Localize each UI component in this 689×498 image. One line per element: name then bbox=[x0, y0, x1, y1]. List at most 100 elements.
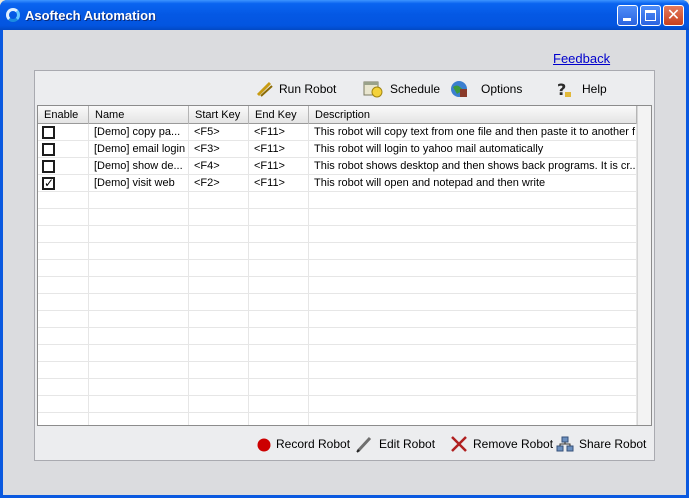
table-row-empty bbox=[38, 294, 651, 311]
cell-enable bbox=[38, 124, 89, 141]
cell-description bbox=[309, 243, 637, 260]
cell-name bbox=[89, 243, 189, 260]
cell-enable bbox=[38, 243, 89, 260]
cell-name: [Demo] show de... bbox=[89, 158, 189, 175]
cell-end-key: <F11> bbox=[249, 175, 309, 192]
cell-start-key: <F5> bbox=[189, 124, 249, 141]
run-robot-button[interactable]: Run Robot bbox=[256, 80, 336, 98]
remove-robot-button[interactable]: Remove Robot bbox=[450, 435, 553, 453]
enable-checkbox[interactable] bbox=[42, 175, 55, 192]
cell-enable bbox=[38, 345, 89, 362]
column-header-description[interactable]: Description bbox=[309, 106, 637, 124]
cell-start-key bbox=[189, 277, 249, 294]
feedback-link[interactable]: Feedback bbox=[553, 51, 610, 66]
schedule-label: Schedule bbox=[390, 82, 441, 96]
table-row-empty bbox=[38, 311, 651, 328]
cell-start-key bbox=[189, 243, 249, 260]
cell-name bbox=[89, 362, 189, 379]
table-row-empty bbox=[38, 396, 651, 413]
options-button[interactable]: Options bbox=[450, 80, 522, 98]
cell-start-key bbox=[189, 294, 249, 311]
title-bar[interactable]: Asoftech Automation ✕ bbox=[0, 0, 689, 30]
cell-description bbox=[309, 345, 637, 362]
record-robot-button[interactable]: Record Robot bbox=[256, 435, 350, 453]
cell-start-key: <F2> bbox=[189, 175, 249, 192]
cell-end-key bbox=[249, 396, 309, 413]
svg-text:?: ? bbox=[557, 80, 566, 98]
cell-end-key bbox=[249, 328, 309, 345]
edit-robot-button[interactable]: Edit Robot bbox=[356, 435, 435, 453]
table-row-empty bbox=[38, 379, 651, 396]
cell-enable bbox=[38, 328, 89, 345]
cell-enable bbox=[38, 396, 89, 413]
cell-enable bbox=[38, 311, 89, 328]
cell-end-key bbox=[249, 243, 309, 260]
share-robot-label: Share Robot bbox=[579, 437, 647, 451]
help-button[interactable]: ? Help bbox=[555, 80, 607, 99]
cell-start-key bbox=[189, 209, 249, 226]
cell-enable bbox=[38, 413, 89, 425]
cell-enable bbox=[38, 141, 89, 158]
cell-start-key bbox=[189, 379, 249, 396]
cell-end-key bbox=[249, 209, 309, 226]
cell-start-key bbox=[189, 328, 249, 345]
robot-table[interactable]: Enable Name Start Key End Key Descriptio… bbox=[37, 105, 652, 426]
cell-enable bbox=[38, 362, 89, 379]
column-header-name[interactable]: Name bbox=[89, 106, 189, 124]
cell-name bbox=[89, 260, 189, 277]
options-label: Options bbox=[481, 82, 523, 96]
table-row-empty bbox=[38, 209, 651, 226]
run-robot-label: Run Robot bbox=[279, 82, 337, 96]
table-row-empty bbox=[38, 243, 651, 260]
cell-name bbox=[89, 413, 189, 425]
remove-robot-label: Remove Robot bbox=[473, 437, 554, 451]
maximize-button[interactable] bbox=[640, 5, 661, 26]
table-row[interactable]: [Demo] show de... <F4> <F11> This robot sho… bbox=[38, 158, 651, 175]
cell-name bbox=[89, 277, 189, 294]
schedule-button[interactable]: Schedule bbox=[363, 80, 440, 98]
cell-end-key bbox=[249, 362, 309, 379]
enable-checkbox[interactable] bbox=[42, 160, 55, 173]
table-row-empty bbox=[38, 260, 651, 277]
cell-name bbox=[89, 226, 189, 243]
record-icon bbox=[256, 435, 274, 453]
cell-description bbox=[309, 311, 637, 328]
enable-checkbox[interactable] bbox=[42, 143, 55, 156]
cell-end-key: <F11> bbox=[249, 141, 309, 158]
enable-checkbox[interactable] bbox=[42, 126, 55, 139]
table-row[interactable]: [Demo] visit web<F2><F11>This robot will… bbox=[38, 175, 651, 192]
table-header: Enable Name Start Key End Key Descriptio… bbox=[38, 106, 651, 124]
window-title: Asoftech Automation bbox=[25, 8, 156, 23]
cell-name: [Demo] copy pa... bbox=[89, 124, 189, 141]
table-row-empty bbox=[38, 328, 651, 345]
cell-description: This robot will login to yahoo mail auto… bbox=[309, 141, 637, 158]
run-robot-icon bbox=[256, 80, 274, 98]
cell-end-key bbox=[249, 260, 309, 277]
cell-name bbox=[89, 311, 189, 328]
close-button[interactable]: ✕ bbox=[663, 5, 684, 26]
cell-name bbox=[89, 396, 189, 413]
share-robot-button[interactable]: Share Robot bbox=[556, 435, 646, 453]
cell-name: [Demo] email login bbox=[89, 141, 189, 158]
cell-name bbox=[89, 192, 189, 209]
cell-description bbox=[309, 379, 637, 396]
minimize-button[interactable] bbox=[617, 5, 638, 26]
column-header-start-key[interactable]: Start Key bbox=[189, 106, 249, 124]
minimize-icon bbox=[623, 18, 631, 21]
options-icon bbox=[450, 80, 468, 98]
cell-end-key bbox=[249, 311, 309, 328]
cell-description bbox=[309, 260, 637, 277]
cell-description bbox=[309, 328, 637, 345]
column-header-end-key[interactable]: End Key bbox=[249, 106, 309, 124]
cell-name bbox=[89, 345, 189, 362]
cell-start-key bbox=[189, 345, 249, 362]
cell-description bbox=[309, 192, 637, 209]
table-row-empty bbox=[38, 413, 651, 425]
cell-end-key bbox=[249, 277, 309, 294]
cell-enable bbox=[38, 277, 89, 294]
table-row[interactable]: [Demo] email login <F3> <F11> This robot wi… bbox=[38, 141, 651, 158]
cell-start-key: <F4> bbox=[189, 158, 249, 175]
table-row[interactable]: [Demo] copy pa... <F5> <F11> This robot wil… bbox=[38, 124, 651, 141]
column-header-enable[interactable]: Enable bbox=[38, 106, 89, 124]
cell-name bbox=[89, 209, 189, 226]
